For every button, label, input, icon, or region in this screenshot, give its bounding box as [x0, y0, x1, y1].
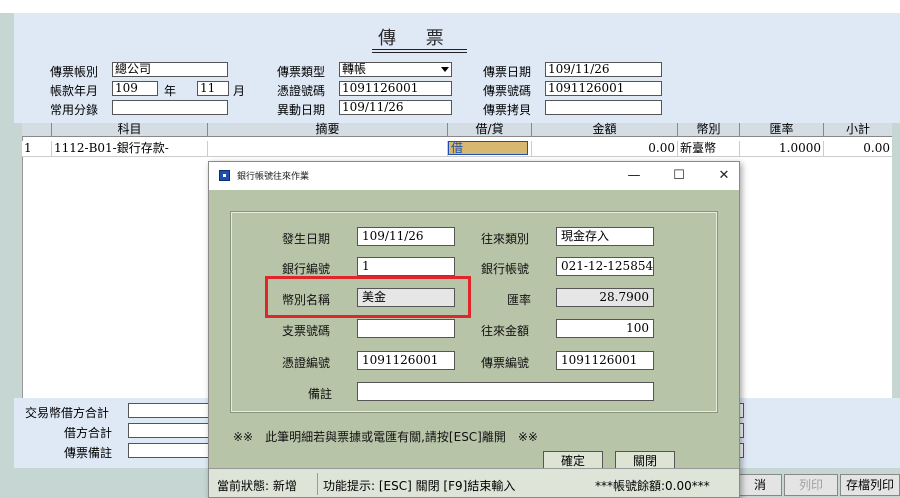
bank-account-field[interactable]: 021-12-125854	[556, 257, 654, 276]
cell-summary[interactable]	[208, 141, 448, 157]
title-underline-2	[372, 52, 467, 53]
date-label: 發生日期	[282, 232, 331, 246]
maximize-button[interactable]: ☐	[664, 166, 694, 186]
voucher-account-field[interactable]: 總公司	[112, 62, 228, 77]
rate-field[interactable]: 28.7900	[556, 288, 654, 307]
voucher-no-dlg-label: 傳票編號	[481, 356, 530, 370]
cheque-no-field[interactable]	[357, 319, 455, 338]
row-index: 1	[22, 141, 52, 157]
chevron-down-icon[interactable]	[441, 67, 449, 72]
credential-no-label: 憑證號碼	[277, 84, 326, 98]
amount-field[interactable]: 100	[556, 319, 654, 338]
trade-debit-total-label: 交易幣借方合計	[25, 406, 110, 420]
voucher-type-select[interactable]: 轉帳	[339, 62, 452, 77]
table-row[interactable]: 1 1112-B01-銀行存款- 借 0.00 新臺幣 1.0000 0.00	[22, 141, 892, 157]
col-account[interactable]: 科目	[52, 123, 208, 137]
page-title: 傳 票	[378, 28, 456, 49]
dialog-body: 發生日期 109/11/26 往來類別 現金存入 銀行編號 1 銀行帳號 021…	[209, 190, 739, 468]
cell-debit-credit[interactable]: 借	[448, 141, 532, 157]
col-amount[interactable]: 金額	[532, 123, 678, 137]
note-field[interactable]	[357, 382, 654, 401]
bank-account-label: 銀行帳號	[481, 262, 530, 276]
credential-no-field[interactable]: 1091126001	[339, 81, 452, 96]
dialog-title: 銀行帳號往來作業	[237, 172, 310, 182]
dialog-titlebar[interactable]: 銀行帳號往來作業 — ☐ ✕	[209, 162, 739, 190]
top-strip	[0, 0, 900, 13]
col-subtotal[interactable]: 小計	[824, 123, 892, 137]
cell-account[interactable]: 1112-B01-銀行存款-	[52, 141, 208, 157]
row-index-header	[22, 123, 52, 137]
dialog-statusbar: 當前狀態: 新增 功能提示: [ESC] 關閉 [F9]結束輸入 ***帳號餘額…	[209, 468, 739, 497]
debit-total-label: 借方合計	[64, 426, 113, 440]
status-hint: 功能提示: [ESC] 關閉 [F9]結束輸入	[323, 479, 516, 493]
cell-subtotal[interactable]: 0.00	[824, 141, 892, 157]
voucher-copier-label: 傳票拷貝	[483, 103, 532, 117]
voucher-note-field[interactable]	[128, 443, 218, 458]
debit-total-field	[128, 423, 218, 438]
cell-rate[interactable]: 1.0000	[740, 141, 824, 157]
highlight-box	[265, 276, 471, 318]
minimize-button[interactable]: —	[619, 166, 649, 186]
app-icon	[219, 170, 230, 181]
voucher-type-label: 傳票類型	[277, 65, 326, 79]
voucher-account-label: 傳票帳別	[50, 65, 99, 79]
year-unit-label: 年	[164, 84, 177, 98]
voucher-date-label: 傳票日期	[483, 65, 532, 79]
period-label: 帳款年月	[50, 84, 99, 98]
close-icon[interactable]: ✕	[709, 166, 739, 186]
voucher-date-field[interactable]: 109/11/26	[545, 62, 662, 77]
cheque-no-label: 支票號碼	[282, 324, 331, 338]
status-state: 當前狀態: 新增	[217, 479, 297, 493]
col-currency[interactable]: 幣別	[678, 123, 740, 137]
cell-currency[interactable]: 新臺幣	[678, 141, 740, 157]
col-summary[interactable]: 摘要	[208, 123, 448, 137]
change-date-field[interactable]: 109/11/26	[339, 100, 452, 115]
credential-field[interactable]: 1091126001	[357, 351, 455, 370]
bank-account-dialog: 銀行帳號往來作業 — ☐ ✕ 發生日期 109/11/26 往來類別 現金存入 …	[208, 161, 740, 498]
voucher-no-field[interactable]: 1091126001	[545, 81, 662, 96]
esc-hint: ※※ 此筆明細若與票據或電匯有關,請按[ESC]離開 ※※	[233, 430, 538, 444]
col-rate[interactable]: 匯率	[740, 123, 824, 137]
change-date-label: 異動日期	[277, 103, 326, 117]
trade-debit-total-field	[128, 403, 218, 418]
type-field[interactable]: 現金存入	[556, 227, 654, 246]
cell-amount[interactable]: 0.00	[532, 141, 678, 157]
voucher-no-label: 傳票號碼	[483, 84, 532, 98]
note-label: 備註	[308, 387, 333, 401]
print-button[interactable]: 列印	[784, 474, 838, 496]
month-unit-label: 月	[233, 84, 246, 98]
save-print-button[interactable]: 存檔列印	[840, 474, 900, 496]
voucher-note-label: 傳票備註	[64, 446, 113, 460]
voucher-type-value: 轉帳	[342, 62, 367, 76]
status-balance: ***帳號餘額:0.00***	[595, 479, 710, 493]
period-year-field[interactable]: 109	[112, 81, 158, 96]
date-field[interactable]: 109/11/26	[357, 227, 455, 246]
common-entry-label: 常用分錄	[50, 103, 99, 117]
col-debit-credit[interactable]: 借/貸	[448, 123, 532, 137]
voucher-no-dlg-field[interactable]: 1091126001	[556, 351, 654, 370]
credential-label: 憑證編號	[282, 356, 331, 370]
table-header: 科目 摘要 借/貸 金額 幣別 匯率 小計	[22, 123, 892, 137]
type-label: 往來類別	[481, 232, 530, 246]
bank-no-label: 銀行編號	[282, 262, 331, 276]
rate-label: 匯率	[507, 293, 532, 307]
status-separator	[317, 473, 318, 495]
title-underline	[372, 49, 467, 50]
voucher-copier-field[interactable]	[545, 100, 662, 115]
period-month-field[interactable]: 11	[197, 81, 229, 96]
common-entry-field[interactable]	[112, 100, 228, 115]
bank-no-field[interactable]: 1	[357, 257, 455, 276]
debit-credit-value[interactable]: 借	[448, 141, 528, 155]
cancel-button[interactable]: 消	[738, 474, 782, 496]
amount-label: 往來金額	[481, 324, 530, 338]
